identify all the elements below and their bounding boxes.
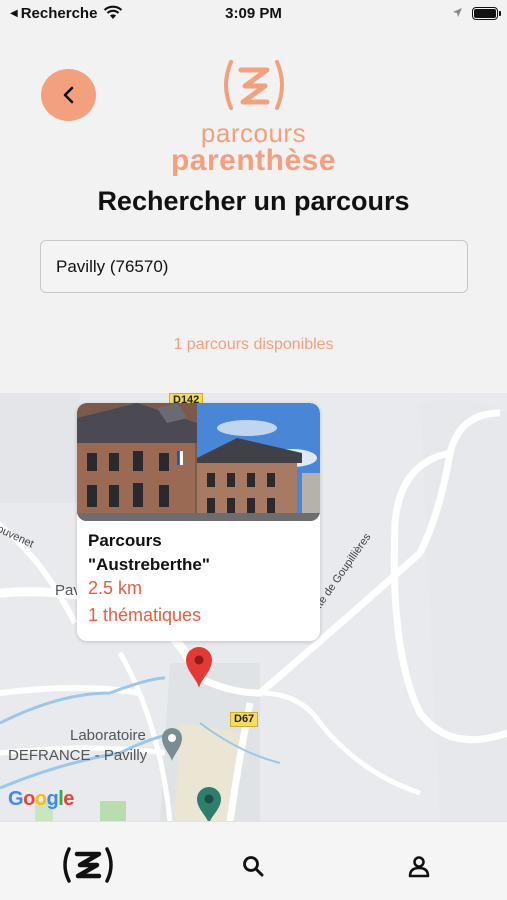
location-arrow-icon: [453, 8, 462, 17]
parcours-callout-card[interactable]: Parcours "Austreberthe" 2.5 km 1 thémati…: [77, 403, 320, 641]
google-letter: o: [34, 788, 47, 810]
search-icon: [243, 856, 264, 877]
user-icon: [408, 856, 430, 878]
tab-bar: [0, 821, 507, 900]
results-count: 1 parcours disponibles: [173, 336, 334, 353]
parcours-distance: 2.5 km: [88, 578, 143, 598]
google-letter: o: [23, 788, 35, 810]
status-bar: ◀ Recherche 3:09 PM: [0, 0, 507, 28]
map-place-defrance: DEFRANCE - Pavilly: [8, 747, 148, 764]
status-time: 3:09 PM: [225, 5, 282, 22]
tab-profile[interactable]: [407, 854, 431, 878]
logo-text-parenthese: parenthèse: [170, 144, 337, 177]
parcours-themes: 1 thématiques: [88, 605, 202, 625]
battery-icon: [472, 7, 501, 20]
map-place-laboratoire: Laboratoire: [70, 727, 146, 744]
map-view[interactable]: D142 D67 Rte de Goupillières ouvenet Pav…: [0, 393, 507, 821]
google-letter: g: [46, 788, 59, 810]
logo-text-parcours: parcours: [200, 118, 307, 148]
parcours-name: Parcours "Austreberthe": [88, 529, 210, 577]
search-field[interactable]: [40, 240, 468, 293]
selected-parcours-pin-icon[interactable]: [184, 645, 214, 689]
tab-home[interactable]: [60, 846, 116, 884]
parenthese-logo-icon: [223, 60, 284, 110]
parcours-name-line2: "Austreberthe": [88, 555, 210, 574]
parcours-photo: [77, 403, 320, 521]
parcours-pin-icon[interactable]: [195, 785, 223, 821]
road-badge-d67: D67: [230, 712, 259, 727]
location-search-input[interactable]: [41, 241, 467, 292]
poi-pin-icon[interactable]: [160, 726, 184, 762]
google-letter: e: [63, 788, 74, 810]
page-title: Rechercher un parcours: [97, 186, 410, 216]
google-letter: G: [8, 788, 24, 810]
chevron-left-icon: [63, 86, 73, 104]
google-logo: Google: [8, 788, 74, 811]
home-logo-icon: [63, 847, 113, 883]
tab-search[interactable]: [241, 854, 265, 878]
app-logo: parcours parenthèse: [150, 56, 357, 182]
town-hall-image: [77, 403, 320, 521]
parcours-name-line1: Parcours: [88, 531, 162, 550]
back-button[interactable]: [41, 69, 96, 121]
